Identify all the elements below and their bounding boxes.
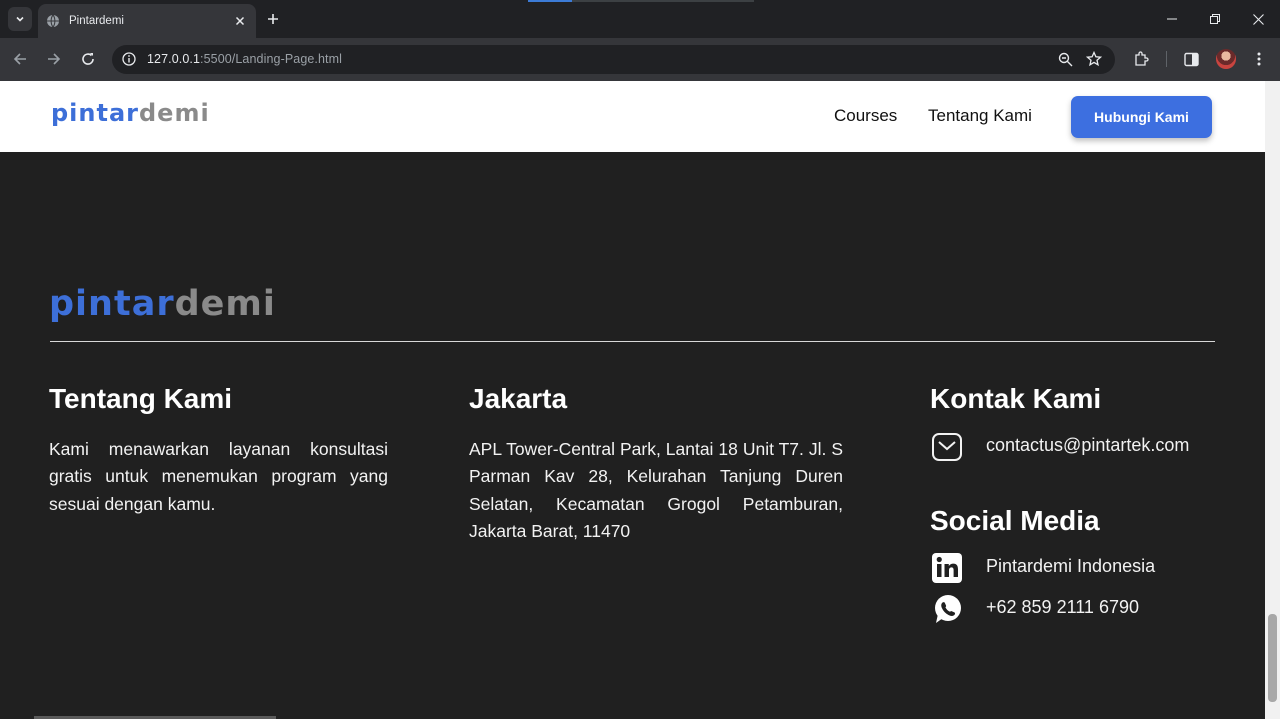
tab-title: Pintardemi [69, 15, 124, 27]
menu-kebab-icon[interactable] [1248, 48, 1270, 70]
linkedin-row[interactable] [930, 551, 964, 585]
footer-divider [50, 341, 1215, 342]
browser-tab[interactable]: Pintardemi [38, 4, 256, 38]
profile-avatar[interactable] [1216, 49, 1236, 69]
tab-search-button[interactable] [8, 7, 32, 31]
hubungi-kami-button[interactable]: Hubungi Kami [1071, 96, 1212, 138]
navbar-logo[interactable]: pintardemi [51, 99, 210, 127]
mail-icon [930, 430, 964, 464]
close-window-button[interactable] [1247, 8, 1269, 30]
arrow-left-icon [13, 53, 26, 65]
zoom-icon[interactable] [1055, 49, 1075, 69]
linkedin-icon [930, 551, 964, 585]
toolbar-separator [1166, 51, 1167, 67]
minimize-icon [1167, 18, 1177, 20]
site-info-icon[interactable] [120, 50, 138, 68]
arrow-right-icon [48, 53, 61, 65]
footer-logo-part-primary: pintar [49, 284, 175, 324]
social-media-title: Social Media [930, 505, 1100, 536]
reload-icon [82, 53, 94, 65]
url-path: :5500/Landing-Page.html [200, 52, 343, 66]
bookmark-star-icon[interactable] [1084, 49, 1104, 69]
footer-logo-part-secondary: demi [174, 284, 276, 324]
forward-button[interactable] [43, 48, 65, 70]
extensions-icon[interactable] [1130, 48, 1152, 70]
side-panel-icon[interactable] [1180, 48, 1202, 70]
linkedin-label[interactable]: Pintardemi Indonesia [986, 556, 1155, 577]
reload-button[interactable] [77, 48, 99, 70]
back-button[interactable] [9, 48, 31, 70]
about-title: Tentang Kami [49, 383, 233, 414]
contact-title: Kontak Kami [930, 383, 1102, 414]
tab-accent-secondary [572, 0, 754, 2]
new-tab-button[interactable] [262, 8, 284, 30]
globe-icon [46, 14, 60, 28]
whatsapp-icon [930, 592, 964, 626]
close-tab-icon[interactable] [232, 13, 248, 29]
site-navbar: pintardemi Courses Tentang Kami Hubungi … [0, 81, 1265, 152]
footer-logo: pintardemi [49, 284, 276, 324]
minimize-button[interactable] [1161, 8, 1183, 30]
location-title: Jakarta [469, 383, 568, 414]
close-icon [1252, 13, 1264, 25]
url-host: 127.0.0.1 [147, 52, 201, 66]
whatsapp-number[interactable]: +62 859 2111 6790 [986, 597, 1139, 618]
page-viewport: pintardemi Courses Tentang Kami Hubungi … [0, 81, 1265, 719]
restore-icon [1210, 14, 1220, 24]
url-text[interactable]: 127.0.0.1:5500/Landing-Page.html [147, 52, 342, 66]
whatsapp-row[interactable] [930, 592, 964, 626]
nav-link-courses[interactable]: Courses [834, 106, 897, 126]
plus-icon [268, 14, 278, 24]
location-address: APL Tower-Central Park, Lantai 18 Unit T… [469, 439, 843, 541]
chevron-down-icon [16, 16, 24, 22]
logo-part-primary: pintar [51, 99, 139, 127]
nav-link-tentang-kami[interactable]: Tentang Kami [928, 106, 1032, 126]
restore-button[interactable] [1204, 8, 1226, 30]
tab-accent [528, 0, 572, 2]
email-row[interactable] [930, 430, 964, 464]
about-text: Kami menawarkan layanan konsultasi grati… [49, 439, 388, 514]
scrollbar-thumb[interactable] [1268, 614, 1277, 702]
contact-email[interactable]: contactus@pintartek.com [986, 435, 1189, 456]
logo-part-secondary: demi [139, 99, 210, 127]
tab-strip: Pintardemi [0, 0, 1280, 38]
